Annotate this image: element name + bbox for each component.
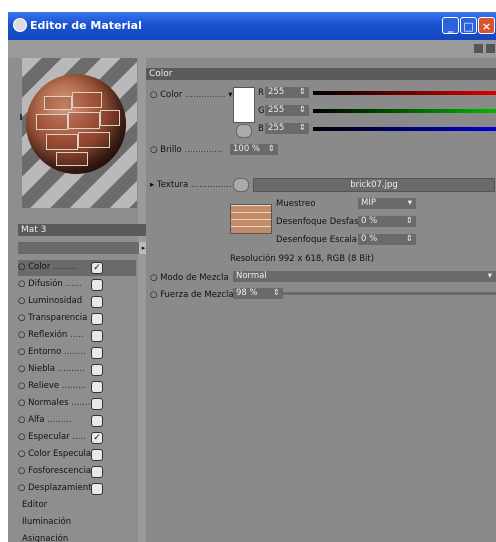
checkbox-icon[interactable]	[91, 398, 103, 410]
channel-color-especular[interactable]: ○ Color Especular	[18, 447, 136, 463]
channel-fosforescencia[interactable]: ○ Fosforescencia	[18, 464, 136, 480]
modo-mezcla-label: ○ Modo de Mezcla	[150, 273, 229, 283]
fuerza-mezcla-label: ○ Fuerza de Mezcla	[150, 290, 234, 300]
textura-label: ▸ Textura ...............	[150, 180, 232, 190]
checkbox-icon[interactable]	[91, 364, 103, 376]
checkbox-icon[interactable]	[91, 347, 103, 359]
b-slider[interactable]	[313, 127, 496, 131]
desenfoque-escala-field[interactable]: 0 % ⇕	[358, 234, 416, 245]
minimize-button[interactable]: _	[442, 17, 459, 34]
channel-normales[interactable]: ○ Normales .......	[18, 396, 136, 412]
muestreo-label: Muestreo	[276, 199, 316, 209]
checkbox-icon[interactable]	[91, 279, 103, 291]
color-swatch[interactable]	[233, 87, 255, 123]
material-editor-window: Editor de Material _ □ × Mat 3 ▸ ○ Color	[8, 12, 496, 542]
channel-niebla[interactable]: ○ Niebla ..........	[18, 362, 136, 378]
color-picker-button[interactable]	[236, 124, 252, 138]
menu-item-iluminacion[interactable]: Iluminación	[22, 517, 71, 527]
texture-thumbnail	[230, 204, 272, 234]
fuerza-mezcla-slider[interactable]	[283, 292, 496, 295]
material-name-field[interactable]: Mat 3	[18, 224, 146, 236]
window-title: Editor de Material	[30, 19, 142, 32]
brillo-field[interactable]: 100 % ⇕	[230, 144, 278, 155]
channel-label: ○ Niebla ..........	[18, 364, 85, 374]
g-slider[interactable]	[313, 109, 496, 113]
maximize-button[interactable]: □	[460, 17, 477, 34]
channel-difusion[interactable]: ○ Difusión ......	[18, 277, 136, 293]
checkbox-icon[interactable]	[91, 313, 103, 325]
modo-mezcla-dropdown[interactable]: Normal ▾	[233, 271, 496, 282]
menu-bar	[8, 40, 496, 58]
g-field[interactable]: 255 ⇕	[265, 105, 309, 116]
channel-entorno[interactable]: ○ Entorno ........	[18, 345, 136, 361]
channel-label: ○ Color .........	[18, 262, 78, 272]
checkbox-icon[interactable]	[91, 415, 103, 427]
section-header: Color	[146, 68, 496, 80]
title-bar: Editor de Material _ □ ×	[8, 12, 496, 40]
channel-color[interactable]: ○ Color ......... ✓	[18, 260, 136, 276]
muestreo-dropdown[interactable]: MIP ▾	[358, 198, 416, 209]
desenfoque-desfase-label: Desenfoque Desfase	[276, 217, 364, 227]
channel-label: ○ Difusión ......	[18, 279, 82, 289]
material-preview[interactable]	[22, 58, 137, 208]
channel-reflexion[interactable]: ○ Reflexión .....	[18, 328, 136, 344]
menu-item-editor[interactable]: Editor	[22, 500, 47, 510]
channel-transparencia[interactable]: ○ Transparencia	[18, 311, 136, 327]
r-label: R	[258, 88, 264, 98]
brillo-label: ○ Brillo ..............	[150, 145, 223, 155]
pin-icon[interactable]	[486, 44, 495, 53]
app-icon	[13, 18, 27, 32]
checkbox-icon[interactable]	[91, 296, 103, 308]
channel-label: ○ Reflexión .....	[18, 330, 84, 340]
checkbox-checked-icon[interactable]: ✓	[91, 262, 103, 274]
channel-label: ○ Color Especular	[18, 449, 95, 459]
checkbox-icon[interactable]	[91, 381, 103, 393]
menu-item-asignacion[interactable]: Asignación	[22, 534, 68, 542]
checkbox-icon[interactable]	[91, 466, 103, 478]
b-field[interactable]: 255 ⇕	[265, 123, 309, 134]
channel-label: ○ Normales .......	[18, 398, 91, 408]
fuerza-mezcla-field[interactable]: 98 % ⇕	[233, 288, 283, 299]
channel-especular[interactable]: ○ Especular ..... ✓	[18, 430, 136, 446]
texture-menu-button[interactable]	[233, 178, 249, 192]
channel-label: ○ Relieve .........	[18, 381, 87, 391]
r-slider[interactable]	[313, 91, 496, 95]
close-button[interactable]: ×	[478, 17, 495, 34]
g-label: G	[258, 106, 265, 116]
channel-label: ○ Luminosidad	[18, 296, 83, 306]
channel-luminosidad[interactable]: ○ Luminosidad	[18, 294, 136, 310]
checkbox-icon[interactable]	[91, 330, 103, 342]
channel-label: ○ Entorno ........	[18, 347, 86, 357]
texture-file-button[interactable]: brick07.jpg	[253, 178, 495, 192]
checkbox-icon[interactable]	[91, 449, 103, 461]
channel-label: ○ Especular .....	[18, 432, 86, 442]
color-label: ○ Color ............... ▾	[150, 90, 233, 100]
checkbox-checked-icon[interactable]: ✓	[91, 432, 103, 444]
channel-desplazamiento[interactable]: ○ Desplazamiento	[18, 481, 136, 497]
channel-relieve[interactable]: ○ Relieve .........	[18, 379, 136, 395]
b-label: B	[258, 124, 264, 134]
material-sphere	[26, 74, 126, 174]
channel-label: ○ Transparencia	[18, 313, 88, 323]
lock-icon[interactable]	[474, 44, 483, 53]
material-slider[interactable]	[18, 242, 140, 254]
channel-label: ○ Desplazamiento	[18, 483, 97, 493]
checkbox-icon[interactable]	[91, 483, 103, 495]
desenfoque-escala-label: Desenfoque Escala	[276, 235, 357, 245]
r-field[interactable]: 255 ⇕	[265, 87, 309, 98]
channel-label: ○ Alfa .........	[18, 415, 72, 425]
desenfoque-desfase-field[interactable]: 0 % ⇕	[358, 216, 416, 227]
resolution-text: Resolución 992 x 618, RGB (8 Bit)	[230, 254, 375, 264]
channel-alfa[interactable]: ○ Alfa .........	[18, 413, 136, 429]
channel-label: ○ Fosforescencia	[18, 466, 92, 476]
